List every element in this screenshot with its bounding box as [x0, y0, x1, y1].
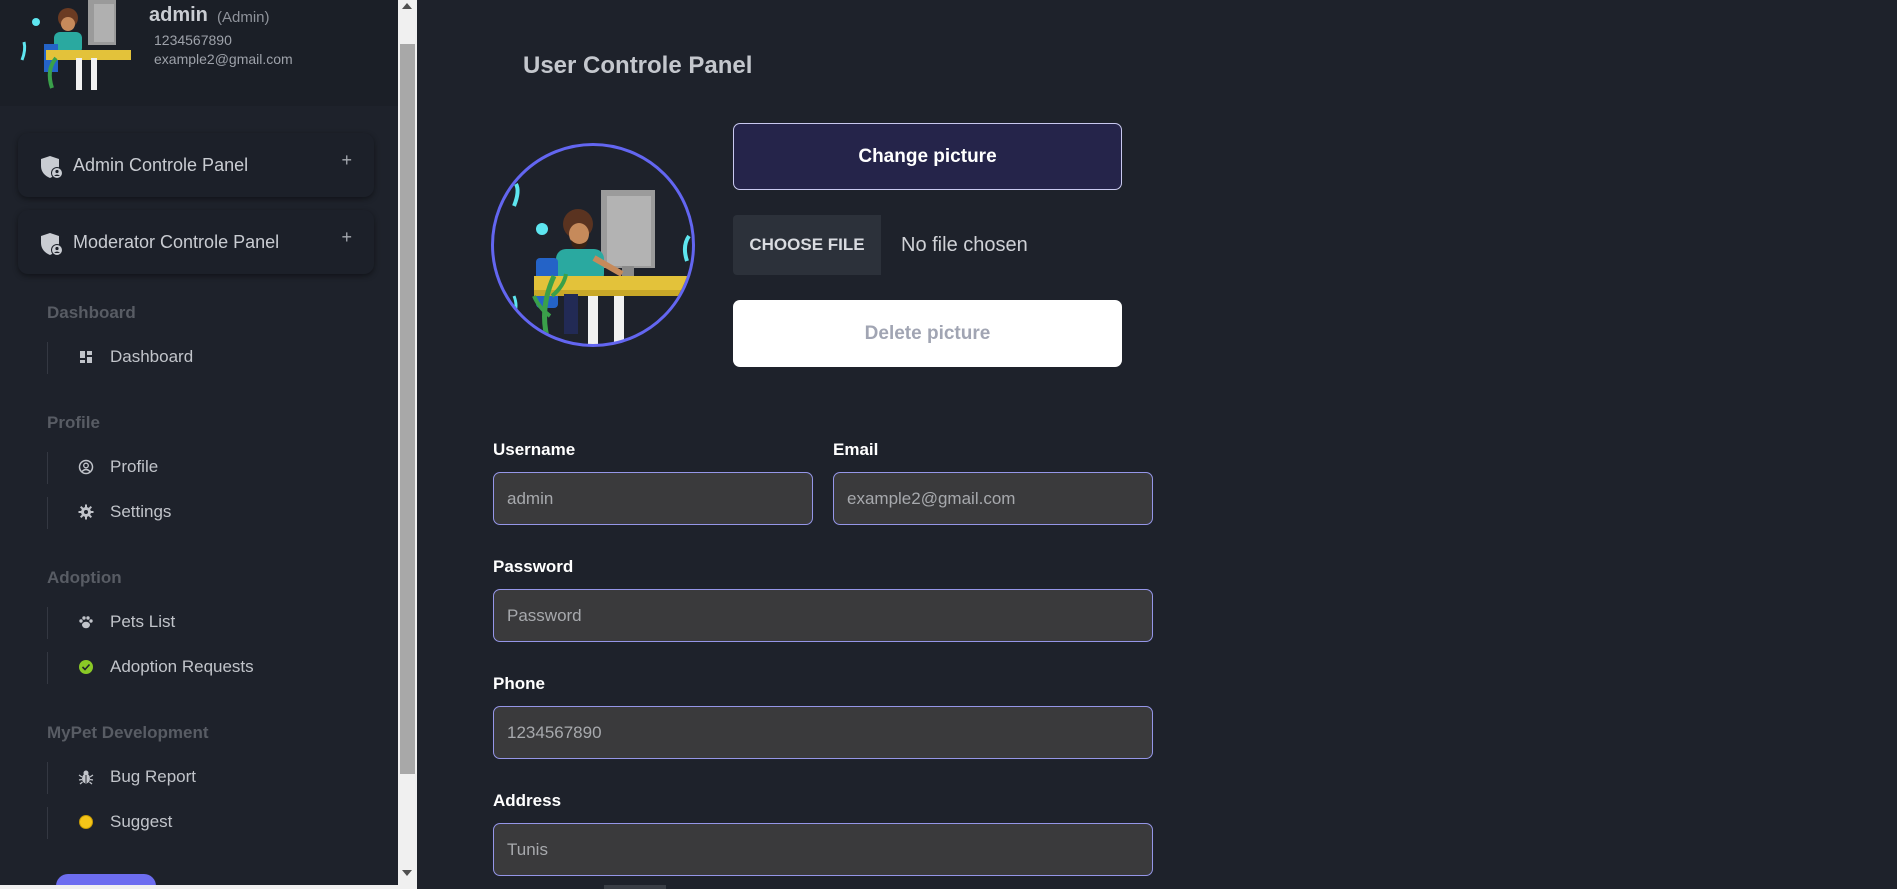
phone-label: Phone: [493, 674, 545, 693]
sidebar-item-bug-report[interactable]: Bug Report: [47, 762, 347, 794]
change-picture-button[interactable]: Change picture: [733, 123, 1122, 190]
sidebar: admin (Admin) 1234567890 example2@gmail.…: [0, 0, 398, 889]
sidebar-item-adoption-requests[interactable]: Adoption Requests: [47, 652, 347, 684]
sidebar-item-profile[interactable]: Profile: [47, 452, 347, 484]
user-phone: 1234567890: [154, 32, 232, 48]
user-header: admin (Admin) 1234567890 example2@gmail.…: [0, 0, 398, 106]
file-status: No file chosen: [901, 234, 1028, 256]
expand-icon[interactable]: +: [341, 150, 352, 171]
scroll-up-arrow-icon[interactable]: [402, 3, 412, 9]
delete-picture-button[interactable]: Delete picture: [733, 300, 1122, 367]
sidebar-item-settings[interactable]: Settings: [47, 497, 347, 529]
user-circle-icon: [78, 459, 94, 475]
shield-user-icon: [41, 156, 63, 179]
profile-picture: [491, 143, 695, 347]
shield-user-icon: [41, 233, 63, 256]
user-name: admin: [149, 4, 208, 26]
sidebar-item-suggest[interactable]: Suggest: [47, 807, 347, 839]
admin-panel-toggle[interactable]: Admin Controle Panel +: [18, 133, 374, 197]
page-title: User Controle Panel: [523, 52, 753, 79]
password-input[interactable]: Password: [493, 589, 1153, 642]
user-email: example2@gmail.com: [154, 51, 293, 67]
paw-icon: [79, 616, 93, 629]
profile-illustration: [512, 183, 692, 344]
sidebar-item-label: Pets List: [110, 612, 176, 631]
moderator-panel-label: Moderator Controle Panel: [73, 232, 280, 252]
password-label: Password: [493, 557, 574, 576]
user-role: (Admin): [217, 9, 270, 26]
sidebar-item-label: Suggest: [110, 812, 173, 831]
section-title-dashboard: Dashboard: [47, 303, 136, 322]
sidebar-item-label: Settings: [110, 502, 172, 521]
sidebar-item-pets-list[interactable]: Pets List: [47, 607, 347, 639]
check-circle-icon: [79, 660, 93, 674]
section-title-profile: Profile: [47, 413, 100, 432]
username-label: Username: [493, 440, 576, 459]
address-input[interactable]: Tunis: [493, 823, 1153, 876]
email-input[interactable]: example2@gmail.com: [833, 472, 1153, 525]
sidebar-item-label: Bug Report: [110, 767, 196, 786]
expand-icon[interactable]: +: [341, 227, 352, 248]
sidebar-item-label: Dashboard: [110, 347, 194, 366]
user-avatar: [20, 0, 131, 90]
sidebar-item-label: Profile: [110, 457, 159, 476]
phone-input[interactable]: 1234567890: [493, 706, 1153, 759]
sidebar-scrollbar[interactable]: [398, 0, 417, 889]
lightbulb-icon: [79, 815, 93, 829]
bug-icon: [78, 770, 94, 785]
sidebar-item-label: Adoption Requests: [110, 657, 254, 676]
section-title-development: MyPet Development: [47, 723, 209, 742]
grid-icon: [80, 351, 92, 363]
email-label: Email: [833, 440, 879, 459]
sidebar-bottom-strip: [0, 885, 417, 889]
file-input[interactable]: CHOOSE FILE No file chosen: [733, 215, 1122, 275]
admin-panel-label: Admin Controle Panel: [73, 155, 249, 175]
address-label: Address: [493, 791, 562, 810]
moderator-panel-toggle[interactable]: Moderator Controle Panel +: [18, 210, 374, 274]
section-title-adoption: Adoption: [47, 568, 122, 587]
gear-icon: [78, 504, 94, 520]
partial-element: [604, 885, 666, 889]
username-input[interactable]: admin: [493, 472, 813, 525]
sidebar-item-dashboard[interactable]: Dashboard: [47, 342, 347, 374]
scrollbar-thumb[interactable]: [400, 44, 415, 774]
scroll-down-arrow-icon[interactable]: [402, 870, 412, 876]
choose-file-button[interactable]: CHOOSE FILE: [733, 215, 881, 275]
